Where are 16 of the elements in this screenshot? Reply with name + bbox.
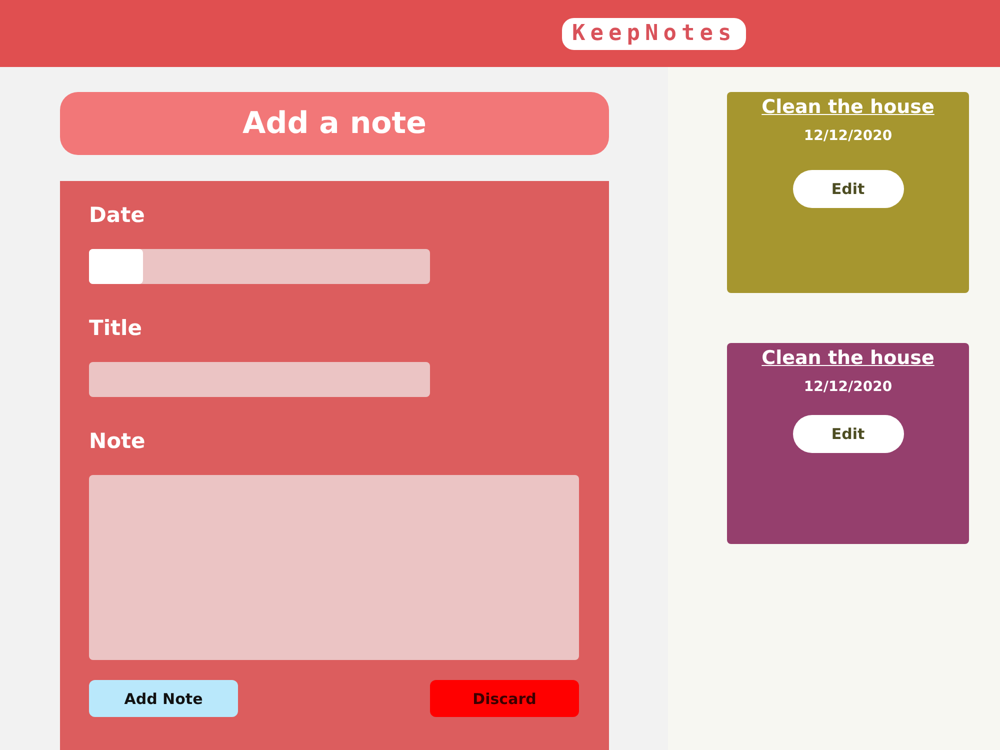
note-date: 12/12/2020: [804, 379, 892, 395]
note-title[interactable]: Clean the house: [762, 345, 934, 371]
note-date: 12/12/2020: [804, 128, 892, 144]
note-textarea[interactable]: [89, 475, 579, 660]
logo: KeepNotes: [562, 18, 746, 50]
discard-button[interactable]: Discard: [430, 680, 579, 717]
date-segment[interactable]: [89, 249, 143, 284]
field-label: Date: [89, 202, 145, 229]
field-label: Title: [89, 315, 142, 342]
title-field[interactable]: [89, 362, 430, 397]
heading-banner: Add a note: [60, 92, 609, 155]
field-label: Note: [89, 428, 146, 455]
date-field[interactable]: [89, 249, 430, 284]
edit-button[interactable]: Edit: [792, 415, 904, 453]
add-note-button[interactable]: Add Note: [89, 680, 238, 717]
edit-button[interactable]: Edit: [792, 170, 904, 208]
